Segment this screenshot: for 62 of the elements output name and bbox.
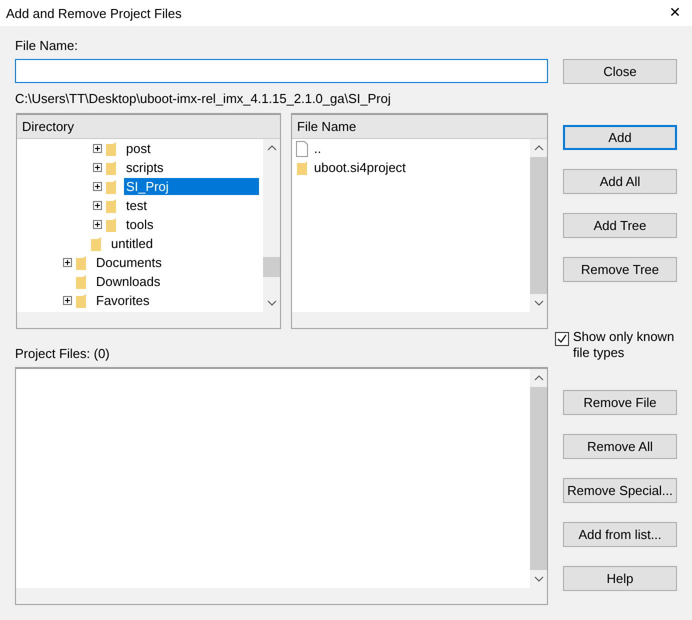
scroll-down-icon[interactable] [534, 300, 544, 306]
horizontal-scrollbar[interactable] [292, 312, 547, 328]
file-item[interactable]: .. [314, 141, 322, 156]
scroll-down-icon[interactable] [534, 576, 544, 582]
folder-icon [91, 236, 101, 250]
folder-icon [296, 160, 308, 176]
dialog-button[interactable]: Add Tree [563, 213, 677, 238]
dialog-button[interactable]: Remove Special... [563, 478, 677, 503]
folder-icon [76, 294, 86, 308]
window-title: Add and Remove Project Files [6, 6, 182, 20]
tree-item[interactable]: tools [124, 216, 156, 233]
folder-icon [106, 180, 116, 194]
expand-icon[interactable] [93, 201, 102, 210]
file-name-label: File Name: [15, 38, 79, 53]
dialog-button[interactable]: Add All [563, 169, 677, 194]
tree-item[interactable]: Downloads [94, 273, 162, 290]
tree-item[interactable]: Favorites [94, 292, 152, 309]
horizontal-scrollbar[interactable] [16, 588, 547, 604]
tree-item[interactable]: post [124, 140, 153, 157]
path-label: C:\Users\TT\Desktop\uboot-imx-rel_imx_4.1.15_2.1.0_ga\SI_Proj [15, 91, 392, 106]
expand-icon[interactable] [93, 144, 102, 153]
scrollbar[interactable] [263, 139, 280, 312]
dialog-button[interactable]: Remove Tree [563, 257, 677, 282]
column-header[interactable]: File Name [292, 115, 547, 139]
tree-item[interactable]: SI_Proj [124, 178, 259, 195]
tree-item[interactable]: scripts [124, 159, 166, 176]
scroll-up-icon[interactable] [534, 145, 544, 151]
folder-icon [106, 142, 116, 156]
folder-icon [76, 274, 86, 288]
folder-icon [106, 198, 116, 212]
dialog-button[interactable]: Add [563, 125, 677, 150]
dialog-button[interactable]: Help [563, 566, 677, 591]
scroll-up-icon[interactable] [266, 145, 276, 151]
folder-icon [106, 160, 116, 174]
scrollbar[interactable] [530, 369, 547, 588]
horizontal-scrollbar[interactable] [17, 312, 280, 328]
file-name-field[interactable] [15, 59, 548, 83]
expand-icon[interactable] [93, 220, 102, 229]
checkbox-label: Show only known file types [573, 329, 676, 361]
expand-icon[interactable] [93, 163, 102, 172]
file-icon [296, 140, 308, 156]
scrollbar[interactable] [530, 139, 547, 312]
scroll-up-icon[interactable] [534, 375, 544, 381]
checkbox[interactable] [555, 332, 569, 346]
tree-item[interactable]: test [124, 197, 149, 214]
tree-item[interactable]: untitled [109, 235, 155, 252]
dialog-button[interactable]: Close [563, 59, 677, 84]
scrollbar-thumb[interactable] [263, 257, 280, 277]
folder-icon [76, 256, 86, 270]
column-header[interactable]: Directory [17, 115, 280, 139]
project-files-label: Project Files: (0) [15, 346, 111, 361]
dialog-button[interactable]: Remove File [563, 390, 677, 415]
folder-icon [106, 218, 116, 232]
expand-icon[interactable] [93, 182, 102, 191]
close-button[interactable]: ✕ [658, 0, 692, 26]
expand-icon[interactable] [63, 296, 72, 305]
dialog-button[interactable]: Remove All [563, 434, 677, 459]
scroll-down-icon[interactable] [266, 300, 276, 306]
expand-icon[interactable] [63, 258, 72, 267]
dialog-button[interactable]: Add from list... [563, 522, 677, 547]
tree-item[interactable]: Documents [94, 254, 164, 271]
file-item[interactable]: uboot.si4project [314, 160, 406, 175]
